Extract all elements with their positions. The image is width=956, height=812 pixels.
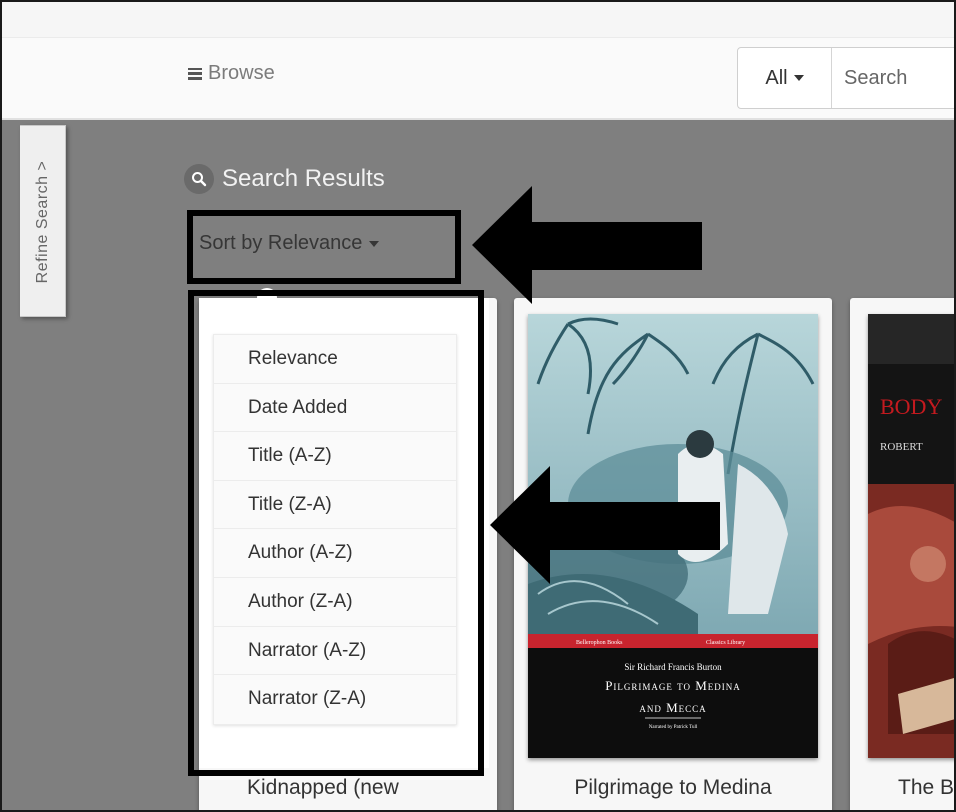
header-top-strip [2, 2, 954, 38]
search-bar: All [737, 47, 954, 109]
chevron-right-icon: > [34, 160, 51, 171]
search-scope-dropdown[interactable]: All [738, 48, 832, 108]
cover-author: Sir Richard Francis Burton [624, 662, 722, 672]
cover-narrator: Narrated by Patrick Tull [649, 725, 698, 730]
results-header: Search Results [184, 164, 385, 194]
annotation-box-sort-button [187, 210, 461, 284]
search-scope-label: All [765, 66, 788, 89]
arrow-left-icon [490, 466, 720, 584]
refine-search-tab[interactable]: Refine Search > [20, 125, 66, 317]
annotation-box-sort-menu [188, 290, 484, 776]
browse-menu-button[interactable]: Browse [188, 62, 275, 85]
cover-library: Classics Library [706, 640, 745, 646]
top-header: Browse All [2, 2, 954, 120]
app-frame: Browse All Refine Search > Search Result… [0, 0, 956, 812]
refine-search-label: Refine Search > [34, 160, 51, 284]
browse-label: Browse [208, 62, 275, 84]
book-cover-image: BODY ROBERT [868, 314, 954, 758]
caret-down-icon [793, 75, 804, 81]
results-title: Search Results [222, 165, 385, 192]
search-icon [184, 164, 214, 194]
cover-title-line1: Pilgrimage to Medina [605, 678, 741, 693]
card-title: Pilgrimage to Medina [574, 776, 772, 799]
cover-title: BODY [880, 394, 942, 419]
cover-title-line2: and Mecca [639, 700, 706, 715]
search-input[interactable] [844, 64, 954, 92]
hamburger-icon [188, 67, 202, 80]
result-card[interactable]: BODY ROBERT The B [850, 298, 955, 810]
cover-series: Bellerophon Books [576, 640, 623, 646]
cover-author: ROBERT [880, 441, 923, 453]
arrow-left-icon [472, 186, 702, 304]
card-title: The B [898, 776, 955, 799]
card-title: Kidnapped (new [247, 776, 399, 799]
